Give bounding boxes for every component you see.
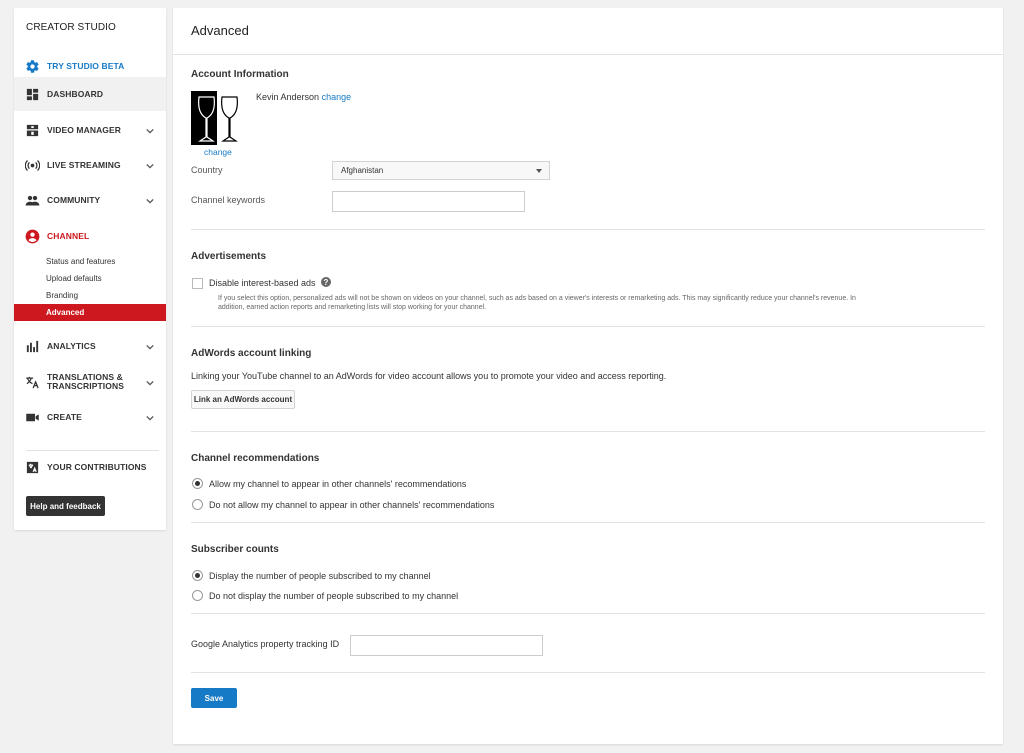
sidebar-item-label: COMMUNITY [47, 194, 101, 205]
disallow-recommendations-radio[interactable] [192, 499, 203, 510]
sidebar-item-dashboard[interactable]: DASHBOARD [14, 77, 166, 111]
page-title: Advanced [173, 8, 1003, 55]
contributions-icon [25, 460, 40, 475]
section-divider [191, 431, 985, 432]
sidebar-item-community[interactable]: COMMUNITY [14, 183, 166, 217]
change-name-link[interactable]: change [322, 92, 352, 102]
chevron-down-icon [146, 342, 154, 350]
live-streaming-icon [25, 158, 40, 173]
channel-account-icon [25, 229, 40, 244]
advertisements-heading: Advertisements [191, 251, 267, 262]
section-divider [191, 613, 985, 614]
help-and-feedback-button[interactable]: Help and feedback [26, 496, 105, 516]
creator-studio-title: CREATOR STUDIO [26, 22, 116, 33]
chevron-down-icon [146, 126, 154, 134]
chevron-down-icon [146, 378, 154, 386]
country-select[interactable]: Afghanistan [332, 161, 550, 180]
sidebar-item-label: TRANSLATIONS & TRANSCRIPTIONS [47, 372, 124, 391]
country-value: Afghanistan [341, 166, 384, 175]
camera-icon [25, 410, 40, 425]
account-name: Kevin Anderson change [256, 92, 351, 102]
sidebar-subitem-status-features[interactable]: Status and features [14, 253, 166, 270]
adwords-description: Linking your YouTube channel to an AdWor… [191, 371, 667, 381]
change-avatar-link[interactable]: change [204, 147, 232, 157]
main-panel: Advanced Account Information change Kevi… [173, 8, 1003, 744]
disable-interest-ads-label: Disable interest-based ads [209, 278, 316, 288]
display-subscribers-radio[interactable] [192, 570, 203, 581]
sidebar-item-label: DASHBOARD [47, 88, 104, 99]
channel-recommendations-heading: Channel recommendations [191, 453, 320, 464]
channel-keywords-input[interactable] [332, 191, 525, 212]
save-button[interactable]: Save [191, 688, 237, 708]
disallow-recommendations-label: Do not allow my channel to appear in oth… [209, 500, 495, 510]
sidebar-item-label: LIVE STREAMING [47, 159, 121, 170]
gear-icon [25, 59, 40, 74]
chevron-down-icon [146, 413, 154, 421]
sidebar-subitem-branding[interactable]: Branding [14, 287, 166, 304]
sidebar-item-label: YOUR CONTRIBUTIONS [47, 461, 147, 472]
hide-subscribers-radio[interactable] [192, 590, 203, 601]
chevron-down-icon [536, 169, 542, 173]
sidebar-item-channel[interactable]: CHANNEL [14, 219, 166, 253]
chevron-down-icon [146, 196, 154, 204]
help-question-icon[interactable]: ? [321, 277, 331, 287]
sidebar-item-analytics[interactable]: ANALYTICS [14, 329, 166, 363]
hide-subscribers-label: Do not display the number of people subs… [209, 591, 459, 601]
video-manager-icon [25, 123, 40, 138]
sidebar-item-create[interactable]: CREATE [14, 400, 166, 434]
channel-keywords-label: Channel keywords [191, 195, 266, 205]
allow-recommendations-label: Allow my channel to appear in other chan… [209, 479, 467, 489]
sidebar-item-label: TRY STUDIO BETA [47, 60, 125, 71]
sidebar-subitem-upload-defaults[interactable]: Upload defaults [14, 270, 166, 287]
sidebar-subitem-advanced[interactable]: Advanced [14, 304, 166, 321]
allow-recommendations-radio[interactable] [192, 478, 203, 489]
account-name-text: Kevin Anderson [256, 92, 320, 102]
sidebar-item-label: ANALYTICS [47, 340, 96, 351]
sidebar-item-label: CHANNEL [47, 230, 90, 241]
dashboard-icon [25, 87, 40, 102]
translate-icon [25, 375, 40, 390]
display-subscribers-label: Display the number of people subscribed … [209, 571, 431, 581]
section-divider [191, 326, 985, 327]
chevron-down-icon [146, 161, 154, 169]
disable-interest-ads-checkbox[interactable] [192, 278, 203, 289]
channel-avatar[interactable] [191, 91, 244, 145]
sidebar-item-translations[interactable]: TRANSLATIONS & TRANSCRIPTIONS [14, 365, 166, 399]
section-divider [191, 672, 985, 673]
sidebar-item-label: CREATE [47, 411, 82, 422]
analytics-tracking-input[interactable] [350, 635, 543, 656]
sidebar-item-live-streaming[interactable]: LIVE STREAMING [14, 148, 166, 182]
adwords-heading: AdWords account linking [191, 348, 312, 359]
analytics-bars-icon [25, 339, 40, 354]
subscriber-counts-heading: Subscriber counts [191, 544, 279, 555]
sidebar-item-your-contributions[interactable]: YOUR CONTRIBUTIONS [14, 450, 166, 484]
analytics-tracking-label: Google Analytics property tracking ID [191, 639, 340, 649]
section-divider [191, 522, 985, 523]
account-information-heading: Account Information [191, 69, 289, 80]
country-label: Country [191, 165, 223, 175]
community-icon [25, 193, 40, 208]
sidebar: CREATOR STUDIO TRY STUDIO BETA DASHBOARD… [14, 8, 166, 530]
sidebar-item-video-manager[interactable]: VIDEO MANAGER [14, 113, 166, 147]
section-divider [191, 229, 985, 230]
ads-description: If you select this option, personalized … [218, 295, 856, 311]
link-adwords-button[interactable]: Link an AdWords account [191, 390, 295, 409]
sidebar-item-label: VIDEO MANAGER [47, 124, 122, 135]
